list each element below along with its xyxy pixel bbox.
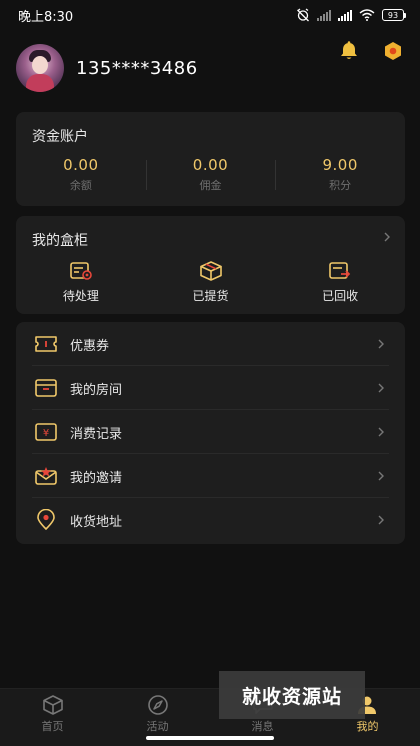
bell-icon[interactable]	[338, 40, 360, 62]
menu-item-rooms-label: 我的房间	[70, 382, 123, 398]
box-item-recycled-label: 已回收	[322, 289, 359, 303]
menu-card: 优惠券 我的房间 ¥ 消费记录 我的邀请 收货地址	[16, 322, 405, 544]
nav-item-activity-label: 活动	[146, 720, 169, 733]
box-item-pending-label: 待处理	[62, 289, 99, 303]
record-icon: ¥	[35, 423, 57, 441]
chevron-right-icon	[378, 427, 384, 437]
fund-commission-value: 0.00	[192, 156, 229, 174]
battery-icon: 93	[382, 9, 406, 21]
status-bar: 晚上8:30 93	[0, 0, 420, 30]
fund-account-card: 资金账户 0.00 余额 0.00 佣金 9.00 积分	[16, 112, 405, 206]
user-phone: 135****3486	[76, 57, 198, 79]
nav-item-mine-label: 我的	[356, 720, 379, 733]
watermark: 就收资源站	[219, 671, 365, 719]
menu-item-records-label: 消费记录	[70, 426, 123, 442]
menu-item-address-label: 收货地址	[70, 514, 123, 530]
svg-text:¥: ¥	[43, 428, 49, 439]
status-icons: 93	[296, 8, 406, 22]
settings-icon[interactable]	[382, 40, 404, 62]
coupon-icon	[35, 336, 57, 352]
home-indicator[interactable]	[146, 736, 274, 740]
fund-balance[interactable]: 0.00 余额	[16, 156, 146, 193]
compass-icon	[147, 695, 168, 715]
box-item-picked-up[interactable]: 已提货	[146, 260, 276, 304]
home-icon	[42, 695, 63, 715]
fund-commission-label: 佣金	[199, 179, 222, 192]
avatar[interactable]	[16, 44, 64, 92]
my-box-title[interactable]: 我的盒柜	[32, 230, 88, 250]
box-icon	[199, 261, 222, 281]
menu-item-records[interactable]: ¥ 消费记录	[16, 410, 405, 454]
signal-icon-sim2	[317, 9, 331, 21]
wifi-icon	[359, 9, 375, 21]
chevron-right-icon	[378, 515, 384, 525]
box-item-pending[interactable]: 待处理	[16, 260, 146, 304]
fund-points[interactable]: 9.00 积分	[275, 156, 405, 193]
battery-level: 93	[387, 10, 399, 20]
chevron-right-icon	[378, 339, 384, 349]
box-status-items: 待处理 已提货 已回收	[16, 260, 405, 304]
menu-item-invites[interactable]: 我的邀请	[16, 454, 405, 498]
fund-balance-value: 0.00	[63, 156, 99, 174]
menu-item-rooms[interactable]: 我的房间	[16, 366, 405, 410]
menu-item-coupons[interactable]: 优惠券	[16, 322, 405, 366]
chevron-right-icon	[378, 471, 384, 481]
header-actions	[338, 40, 404, 62]
menu-item-coupons-label: 优惠券	[70, 338, 110, 354]
nav-item-home-label: 首页	[41, 720, 64, 733]
box-item-recycled[interactable]: 已回收	[275, 260, 405, 304]
fund-stats: 0.00 余额 0.00 佣金 9.00 积分	[16, 156, 405, 193]
pending-icon	[70, 262, 92, 280]
status-time: 晚上8:30	[18, 9, 74, 25]
recycle-icon	[329, 262, 351, 279]
my-box-card: 我的盒柜 待处理 已提货 已回收	[16, 216, 405, 314]
room-icon	[35, 379, 57, 397]
chevron-right-icon	[378, 383, 384, 393]
fund-commission[interactable]: 0.00 佣金	[145, 156, 276, 193]
box-item-picked-up-label: 已提货	[192, 289, 229, 303]
nav-item-messages-label: 消息	[251, 720, 274, 733]
fund-account-title: 资金账户	[32, 129, 88, 145]
nav-item-home[interactable]: 首页	[0, 689, 105, 746]
fund-points-label: 积分	[329, 179, 352, 192]
fund-balance-label: 余额	[69, 179, 92, 192]
profile-header[interactable]: 135****3486	[16, 44, 198, 92]
menu-item-address[interactable]: 收货地址	[16, 498, 405, 542]
chevron-right-icon[interactable]	[383, 231, 391, 243]
fund-points-value: 9.00	[322, 156, 358, 174]
location-icon	[37, 509, 55, 530]
alarm-off-icon	[297, 8, 309, 22]
invite-icon	[35, 467, 57, 485]
menu-item-invites-label: 我的邀请	[70, 470, 123, 486]
signal-icon-sim1	[338, 9, 352, 21]
